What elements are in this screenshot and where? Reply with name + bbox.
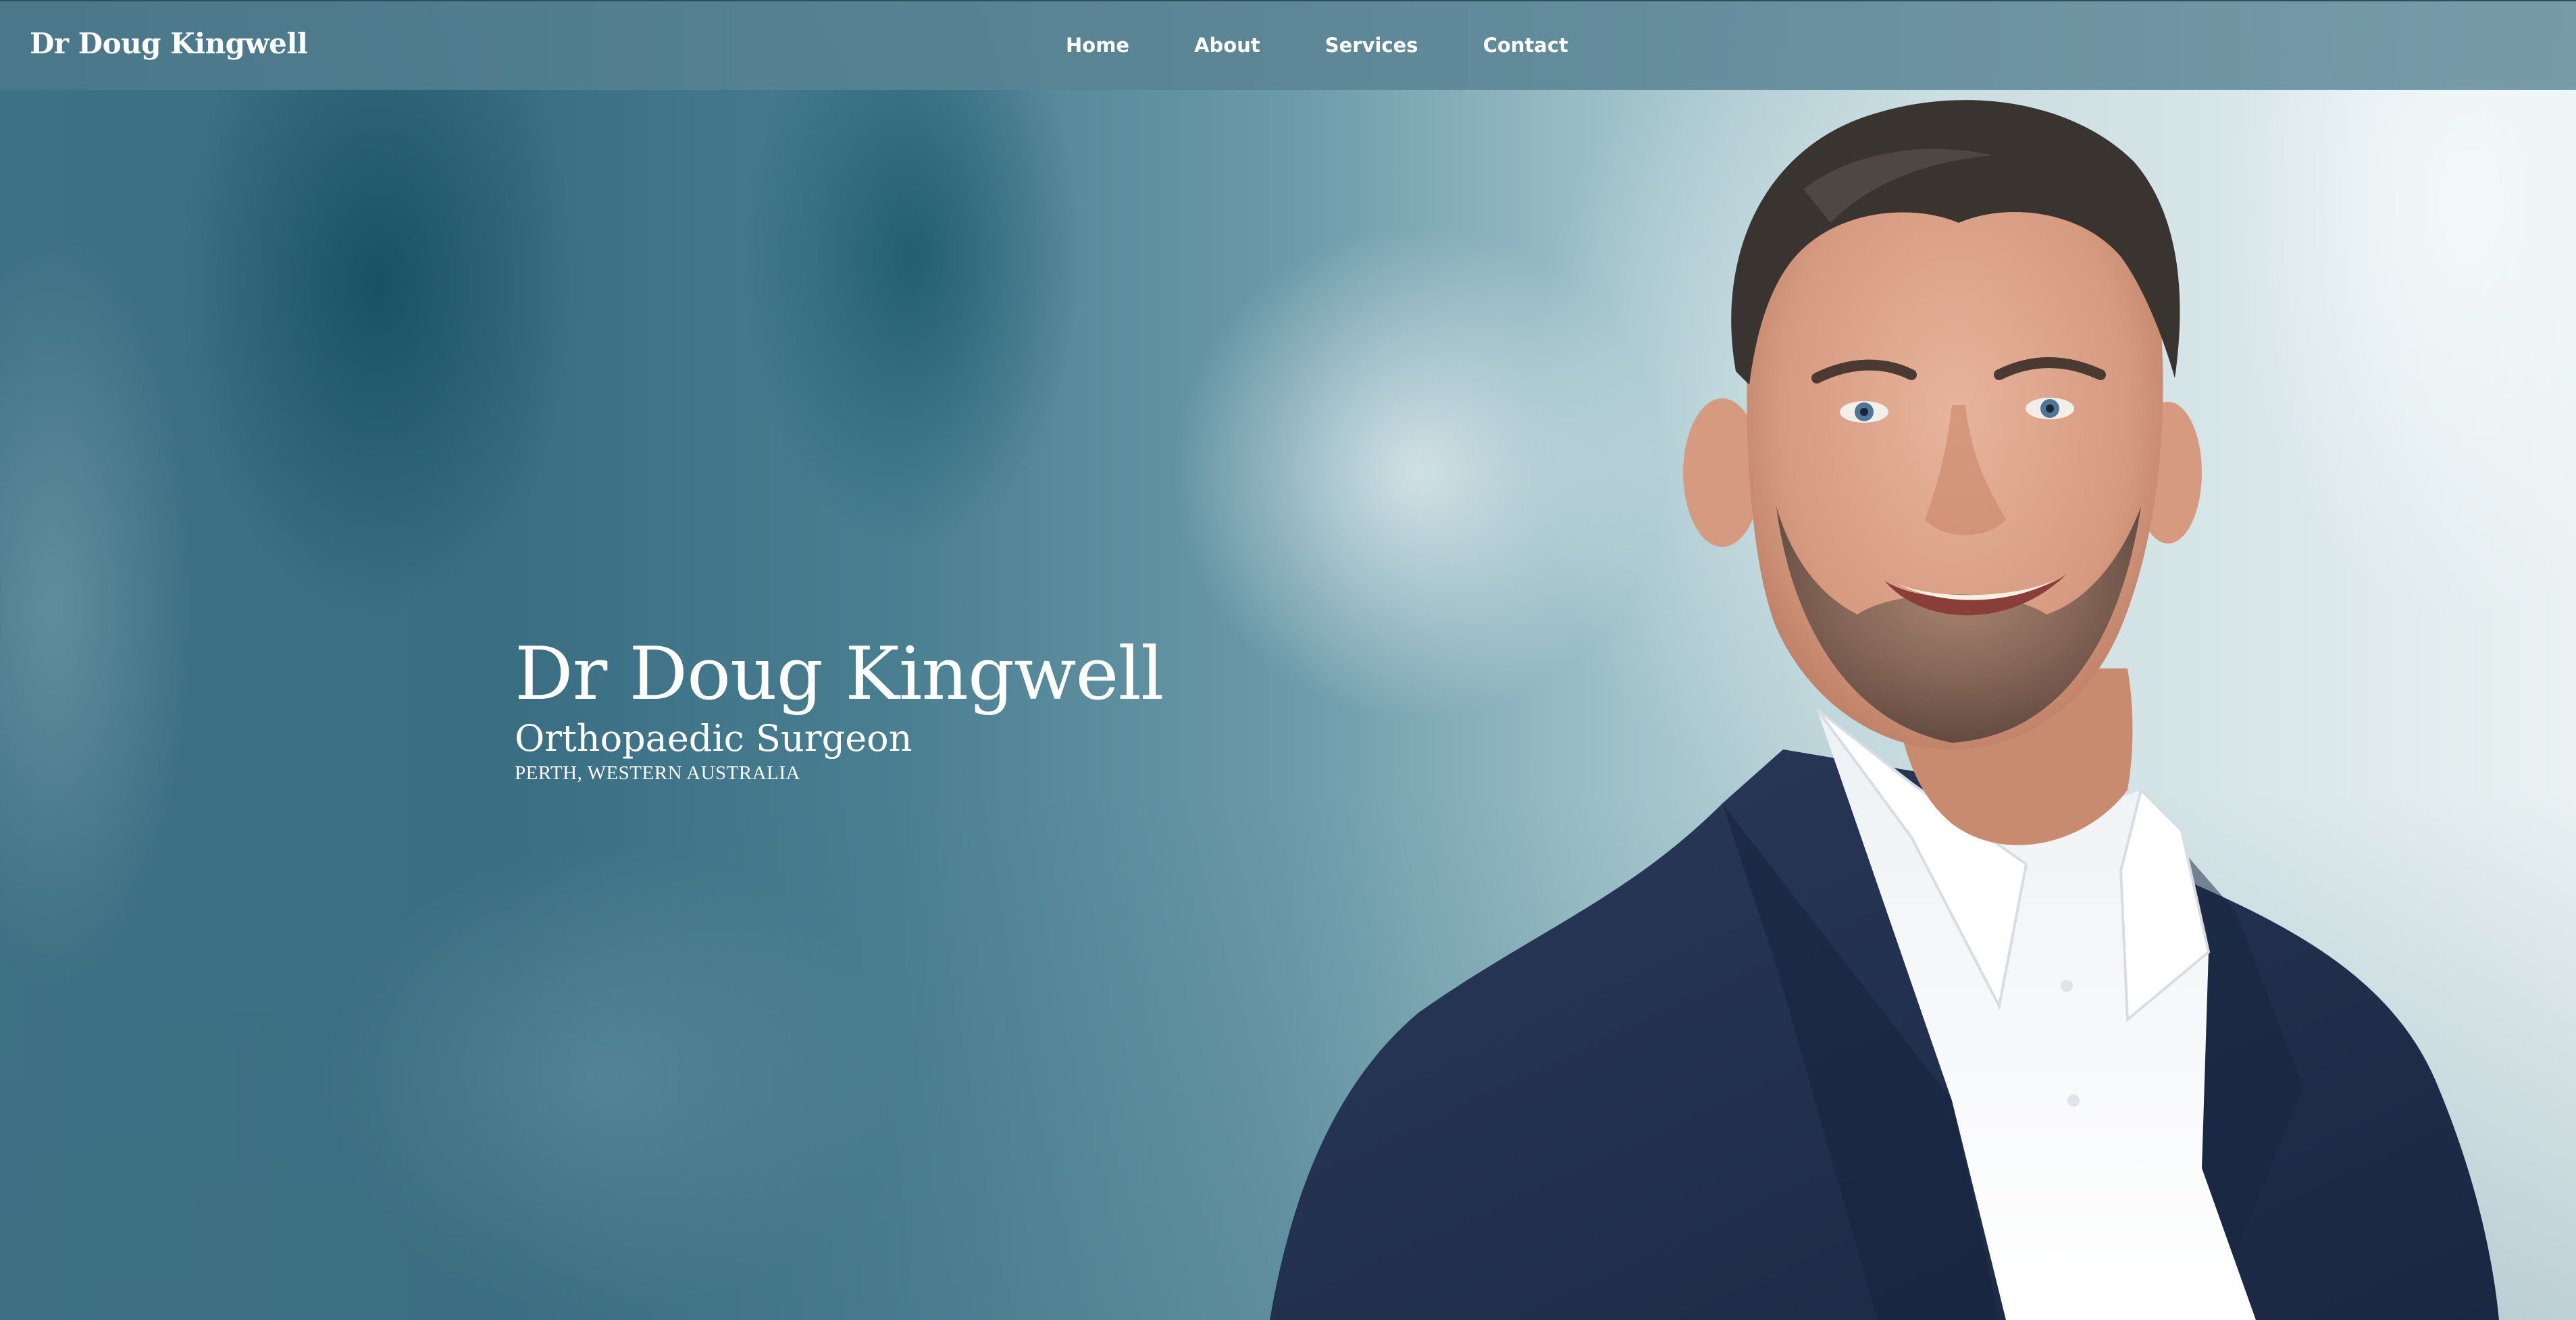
- brand-logo[interactable]: Dr Doug Kingwell: [30, 27, 308, 60]
- hero-subtitle: Orthopaedic Surgeon: [515, 717, 912, 760]
- nav-link-about[interactable]: About: [1194, 34, 1260, 57]
- nav-link-services[interactable]: Services: [1325, 34, 1418, 57]
- nav-link-contact[interactable]: Contact: [1483, 34, 1568, 57]
- main-nav: Home About Services Contact: [1066, 34, 1568, 57]
- doctor-portrait: [1270, 100, 2499, 1320]
- nav-link-home[interactable]: Home: [1066, 34, 1129, 57]
- hero-location: PERTH, WESTERN AUSTRALIA: [515, 762, 800, 784]
- page: Dr Doug Kingwell Home About Services Con…: [0, 0, 2576, 1320]
- hero-title: Dr Doug Kingwell: [515, 632, 1164, 716]
- site-header: Dr Doug Kingwell Home About Services Con…: [0, 0, 2576, 90]
- hero-text: Dr Doug Kingwell Orthopaedic Surgeon PER…: [515, 638, 1164, 783]
